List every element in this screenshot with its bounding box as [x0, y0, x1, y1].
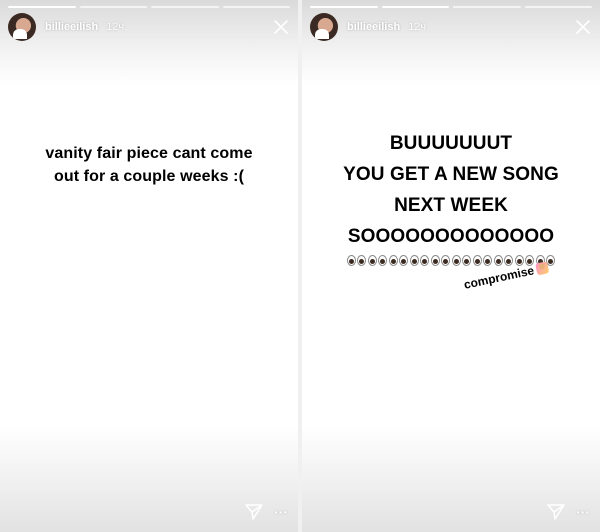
avatar[interactable]: [8, 13, 36, 41]
progress-segment: [524, 6, 592, 8]
close-icon[interactable]: [272, 18, 290, 36]
eye-icon: [504, 255, 513, 266]
eyes-emoji: [368, 255, 387, 266]
progress-segment: [453, 6, 521, 8]
send-icon[interactable]: [546, 502, 566, 522]
story-panel-2[interactable]: billieeilish 12ч. BUUUUUUUT YOU GET A NE…: [302, 0, 600, 532]
story-header: billieeilish 12ч.: [310, 13, 592, 41]
stories-viewer: billieeilish 12ч. vanity fair piece cant…: [0, 0, 600, 532]
caption-line: YOU GET A NEW SONG: [343, 164, 559, 185]
eye-icon: [399, 255, 408, 266]
caption-line: BUUUUUUUT: [389, 133, 513, 154]
eye-icon: [431, 255, 440, 266]
eyes-emoji-row: [302, 253, 600, 270]
eye-icon: [389, 255, 398, 266]
progress-segment: [310, 6, 378, 8]
eyes-emoji: [389, 255, 408, 266]
eye-icon: [410, 255, 419, 266]
more-options-icon[interactable]: ···: [274, 504, 288, 520]
story-caption: vanity fair piece cant come out for a co…: [0, 142, 298, 188]
story-progress-bar: [8, 6, 290, 8]
eye-icon: [347, 255, 356, 266]
eyes-emoji: [410, 255, 429, 266]
story-header: billieeilish 12ч.: [8, 13, 290, 41]
eyes-emoji: [431, 255, 450, 266]
send-icon[interactable]: [244, 502, 264, 522]
story-caption: BUUUUUUUT YOU GET A NEW SONG NEXT WEEK S…: [302, 128, 600, 252]
eye-icon: [368, 255, 377, 266]
username[interactable]: billieeilish: [347, 21, 400, 33]
close-icon[interactable]: [574, 18, 592, 36]
eye-icon: [452, 255, 461, 266]
eye-icon: [494, 255, 503, 266]
progress-segment: [8, 6, 76, 8]
eye-icon: [483, 255, 492, 266]
eyes-emoji: [473, 255, 492, 266]
progress-segment: [222, 6, 290, 8]
timestamp: 12ч.: [106, 21, 128, 33]
eye-icon: [462, 255, 471, 266]
progress-segment: [381, 6, 449, 8]
eye-icon: [378, 255, 387, 266]
timestamp: 12ч.: [408, 21, 430, 33]
eyes-emoji: [494, 255, 513, 266]
avatar[interactable]: [310, 13, 338, 41]
story-footer: ···: [546, 502, 590, 522]
story-footer: ···: [244, 502, 288, 522]
eye-icon: [420, 255, 429, 266]
eyes-emoji: [347, 255, 366, 266]
username[interactable]: billieeilish: [45, 21, 98, 33]
caption-line: vanity fair piece cant come: [45, 145, 253, 162]
story-panel-1[interactable]: billieeilish 12ч. vanity fair piece cant…: [0, 0, 298, 532]
progress-segment: [79, 6, 147, 8]
person-tipping-hand-emoji: [535, 261, 550, 276]
eye-icon: [473, 255, 482, 266]
caption-line: out for a couple weeks :(: [53, 168, 245, 185]
story-progress-bar: [310, 6, 592, 8]
more-options-icon[interactable]: ···: [576, 504, 590, 520]
eye-icon: [357, 255, 366, 266]
eye-icon: [441, 255, 450, 266]
progress-segment: [151, 6, 219, 8]
caption-line: SOOOOOOOOOOOOO: [347, 226, 555, 247]
caption-line: NEXT WEEK: [394, 195, 508, 216]
eyes-emoji: [452, 255, 471, 266]
